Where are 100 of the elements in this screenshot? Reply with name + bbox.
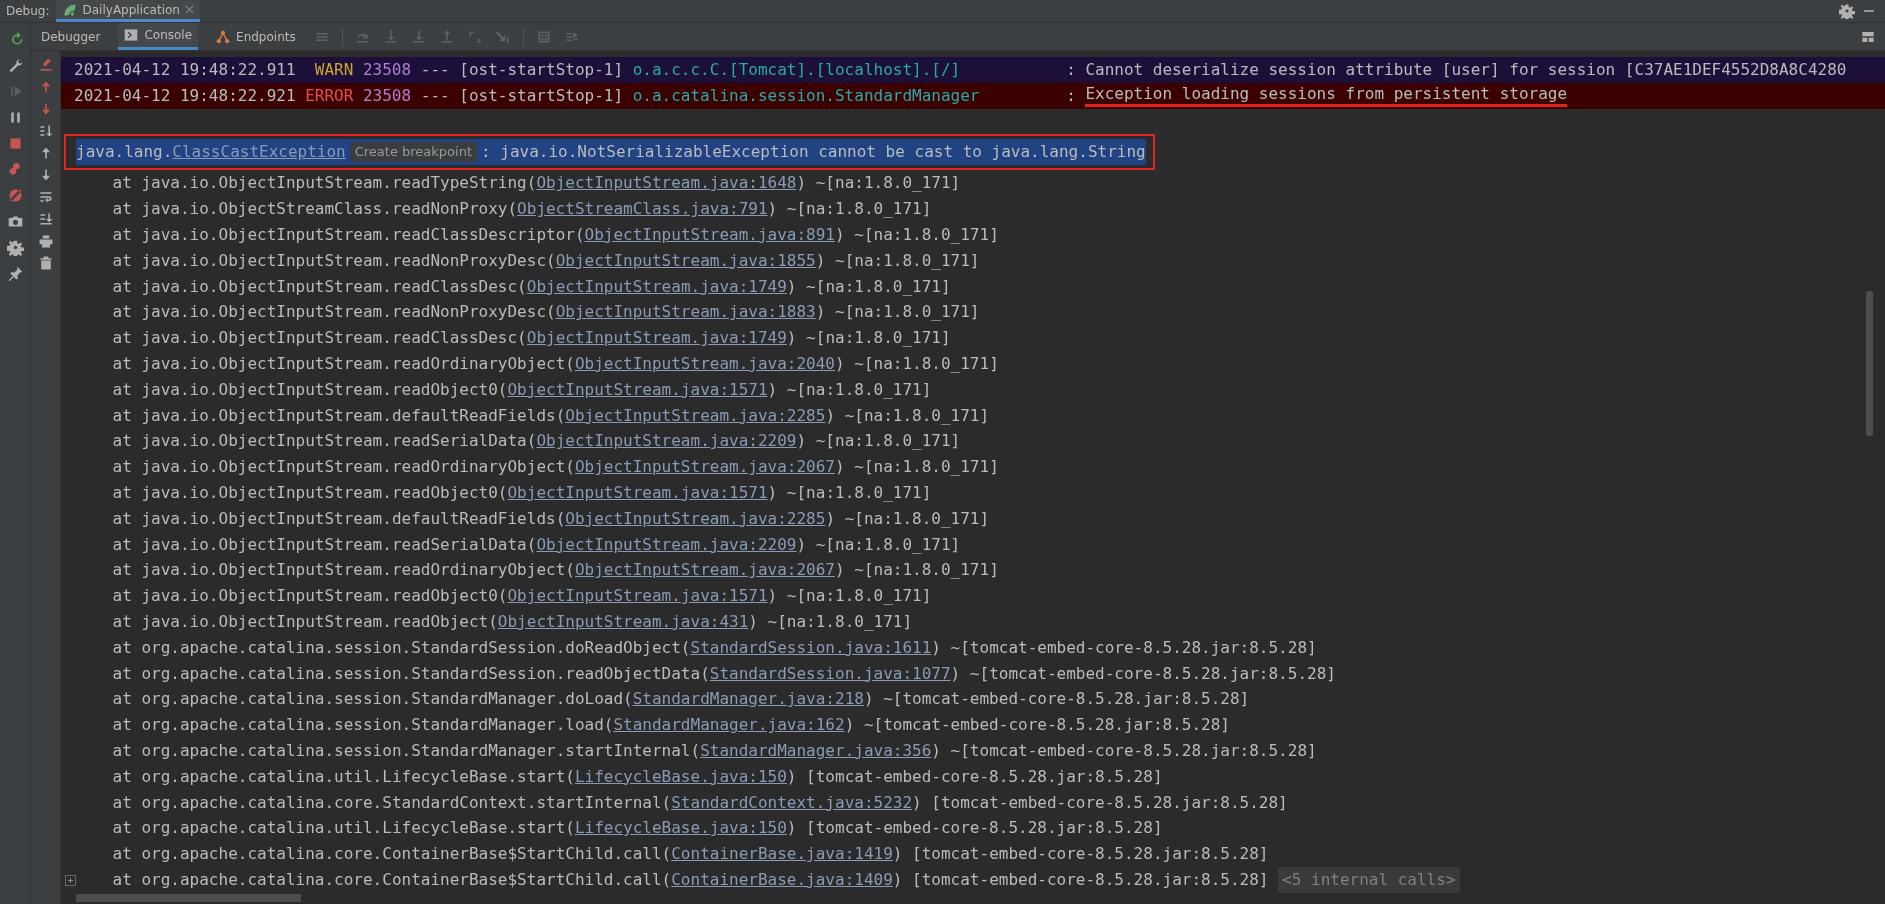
expand-icon[interactable] (65, 874, 76, 886)
source-link[interactable]: ObjectInputStream.java:1571 (507, 376, 768, 403)
frame-library: ) ~[na:1.8.0_171] (825, 404, 990, 427)
source-link[interactable]: ContainerBase.java:1409 (671, 866, 893, 893)
source-link[interactable]: ObjectInputStream.java:2040 (574, 350, 835, 377)
frame-library: ) [tomcat-embed-core-8.5.28.jar:8.5.28] (892, 868, 1269, 891)
frame-library: ) ~[tomcat-embed-core-8.5.28.jar:8.5.28] (931, 739, 1317, 762)
stack-frame: at java.io.ObjectInputStream.readClassDesc( (112, 325, 527, 351)
timestamp: 2021-04-12 19:48:22.911 (74, 59, 296, 81)
settings-icon[interactable] (6, 239, 24, 256)
source-link[interactable]: ObjectInputStream.java:1571 (507, 583, 768, 609)
source-link[interactable]: ObjectInputStream.java:2285 (565, 402, 826, 429)
stack-frame: at java.io.ObjectInputStream.readObject0( (112, 583, 508, 609)
create-breakpoint-link[interactable]: Create breakpoint (349, 142, 477, 163)
scroll-to-end-icon[interactable] (37, 211, 54, 227)
source-link[interactable]: StandardManager.java:162 (613, 712, 845, 738)
pin-icon[interactable] (6, 265, 24, 282)
frame-library: ) ~[na:1.8.0_171] (815, 249, 980, 272)
stack-frame: at java.io.ObjectInputStream.readClassDesc( (112, 273, 527, 300)
frame-library: ) ~[na:1.8.0_171] (835, 456, 999, 479)
frame-library: ) ~[na:1.8.0_171] (825, 507, 990, 530)
thread-name: [ost-startStop-1] (459, 59, 624, 81)
frame-library: ) ~[tomcat-embed-core-8.5.28.jar:8.5.28] (931, 636, 1317, 659)
leaf-icon (61, 1, 78, 18)
frame-library: ) ~[na:1.8.0_171] (835, 352, 999, 375)
colon: : (1066, 59, 1076, 81)
log-level: WARN (313, 59, 354, 81)
source-link[interactable]: ContainerBase.java:1419 (671, 841, 893, 867)
stack-frame: at org.apache.catalina.core.ContainerBase$StartChild.call( (112, 841, 672, 867)
log-level: ERROR (305, 84, 354, 107)
frame-library: ) [tomcat-embed-core-8.5.28.jar:8.5.28] (786, 817, 1163, 840)
source-link[interactable]: ObjectInputStream.java:891 (584, 222, 835, 248)
stack-frame: at java.io.ObjectInputStream.readObject0( (112, 376, 508, 403)
frame-library: ) ~[na:1.8.0_171] (796, 430, 961, 453)
stack-frame: at java.io.ObjectInputStream.readOrdinaryObject( (112, 350, 575, 377)
frame-library: ) ~[na:1.8.0_171] (748, 610, 913, 633)
process-id: 23508 (362, 59, 412, 81)
trash-icon[interactable] (37, 255, 54, 271)
source-link[interactable]: ObjectInputStream.java:431 (497, 608, 749, 635)
source-link[interactable]: ObjectInputStream.java:2209 (536, 531, 797, 558)
stack-frame: at org.apache.catalina.session.StandardSession.readObjectData( (112, 660, 710, 687)
settings-icon[interactable] (1839, 3, 1855, 19)
internal-calls-fold[interactable]: <5 internal calls> (1278, 866, 1460, 893)
print-icon[interactable] (37, 233, 54, 249)
sort-icon[interactable] (37, 123, 54, 139)
source-link[interactable]: LifecycleBase.java:150 (574, 763, 787, 790)
stack-frame: at java.io.ObjectInputStream.readOrdinaryObject( (112, 454, 575, 480)
source-link[interactable]: StandardSession.java:1611 (690, 634, 932, 661)
frame-library: ) [tomcat-embed-core-8.5.28.jar:8.5.28] (892, 843, 1269, 866)
frame-library: ) [tomcat-embed-core-8.5.28.jar:8.5.28] (786, 765, 1163, 788)
panel-tab[interactable]: Endpoints (210, 23, 302, 50)
frame-library: ) ~[na:1.8.0_171] (835, 559, 999, 582)
source-link[interactable]: ObjectInputStream.java:2285 (565, 505, 826, 532)
source-link[interactable]: ObjectInputStream.java:1648 (536, 170, 797, 197)
console-icon (124, 28, 139, 42)
source-link[interactable]: ObjectInputStream.java:2209 (536, 428, 797, 455)
panel-tab[interactable]: Console (118, 23, 199, 50)
stack-frame: at java.io.ObjectInputStream.readSerialData( (112, 531, 537, 558)
stack-frame: at org.apache.catalina.session.StandardManager.load( (112, 712, 614, 738)
stack-frame: at org.apache.catalina.util.LifecycleBase.start( (112, 763, 575, 790)
frame-library: ) ~[na:1.8.0_171] (796, 172, 961, 195)
frame-library: ) ~[tomcat-embed-core-8.5.28.jar:8.5.28] (863, 688, 1250, 711)
stack-frame: at java.io.ObjectInputStream.readObject( (112, 608, 498, 635)
source-link[interactable]: StandardContext.java:5232 (671, 789, 913, 816)
clear-icon[interactable] (37, 57, 54, 73)
frame-library: ) ~[na:1.8.0_171] (815, 301, 980, 324)
source-link[interactable]: ObjectInputStream.java:1571 (507, 479, 768, 506)
calculator-icon[interactable] (535, 28, 552, 45)
run-tab[interactable]: DailyApplication (55, 0, 200, 22)
source-link[interactable]: ObjectInputStream.java:2067 (574, 454, 835, 480)
close-icon[interactable] (184, 5, 194, 14)
log-message: Exception loading sessions from persistent storage (1085, 84, 1568, 108)
soft-wrap-icon[interactable] (37, 189, 54, 205)
stack-frame: at java.io.ObjectInputStream.readTypeString( (112, 170, 537, 197)
layout-icon[interactable] (1861, 29, 1875, 44)
stack-frame: at org.apache.catalina.core.StandardContext.startInternal( (112, 789, 672, 816)
camera-icon[interactable] (6, 213, 24, 230)
separator-dashes: --- (420, 59, 450, 81)
frame-library: ) ~[na:1.8.0_171] (835, 224, 999, 246)
source-link[interactable]: ObjectInputStream.java:2067 (574, 557, 835, 584)
source-link[interactable]: LifecycleBase.java:150 (574, 815, 787, 842)
frame-library: ) ~[na:1.8.0_171] (767, 481, 932, 504)
source-link[interactable]: ObjectInputStream.java:1883 (555, 299, 816, 326)
source-link[interactable]: StandardManager.java:218 (632, 686, 864, 713)
horizontal-scrollbar[interactable] (76, 894, 301, 902)
source-link[interactable]: ObjectInputStream.java:1855 (555, 247, 816, 274)
source-link[interactable]: ObjectStreamClass.java:791 (517, 196, 768, 222)
step-out-icon[interactable] (438, 28, 455, 45)
timestamp: 2021-04-12 19:48:22.921 (74, 84, 296, 107)
source-link[interactable]: ObjectInputStream.java:1749 (526, 273, 787, 300)
step-into-icon[interactable] (410, 28, 427, 45)
frame-library: ) [tomcat-embed-core-8.5.28.jar:8.5.28] (912, 791, 1288, 814)
source-link[interactable]: StandardManager.java:356 (700, 737, 932, 764)
panel-tab[interactable]: Debugger (35, 23, 107, 50)
frame-library: ) ~[na:1.8.0_171] (767, 198, 932, 221)
step-into-icon[interactable] (382, 28, 399, 45)
source-link[interactable]: ObjectInputStream.java:1749 (526, 325, 787, 351)
vertical-scrollbar[interactable] (1866, 291, 1873, 436)
frame-library: ) ~[tomcat-embed-core-8.5.28.jar:8.5.28] (950, 662, 1336, 685)
source-link[interactable]: StandardSession.java:1077 (709, 660, 951, 687)
